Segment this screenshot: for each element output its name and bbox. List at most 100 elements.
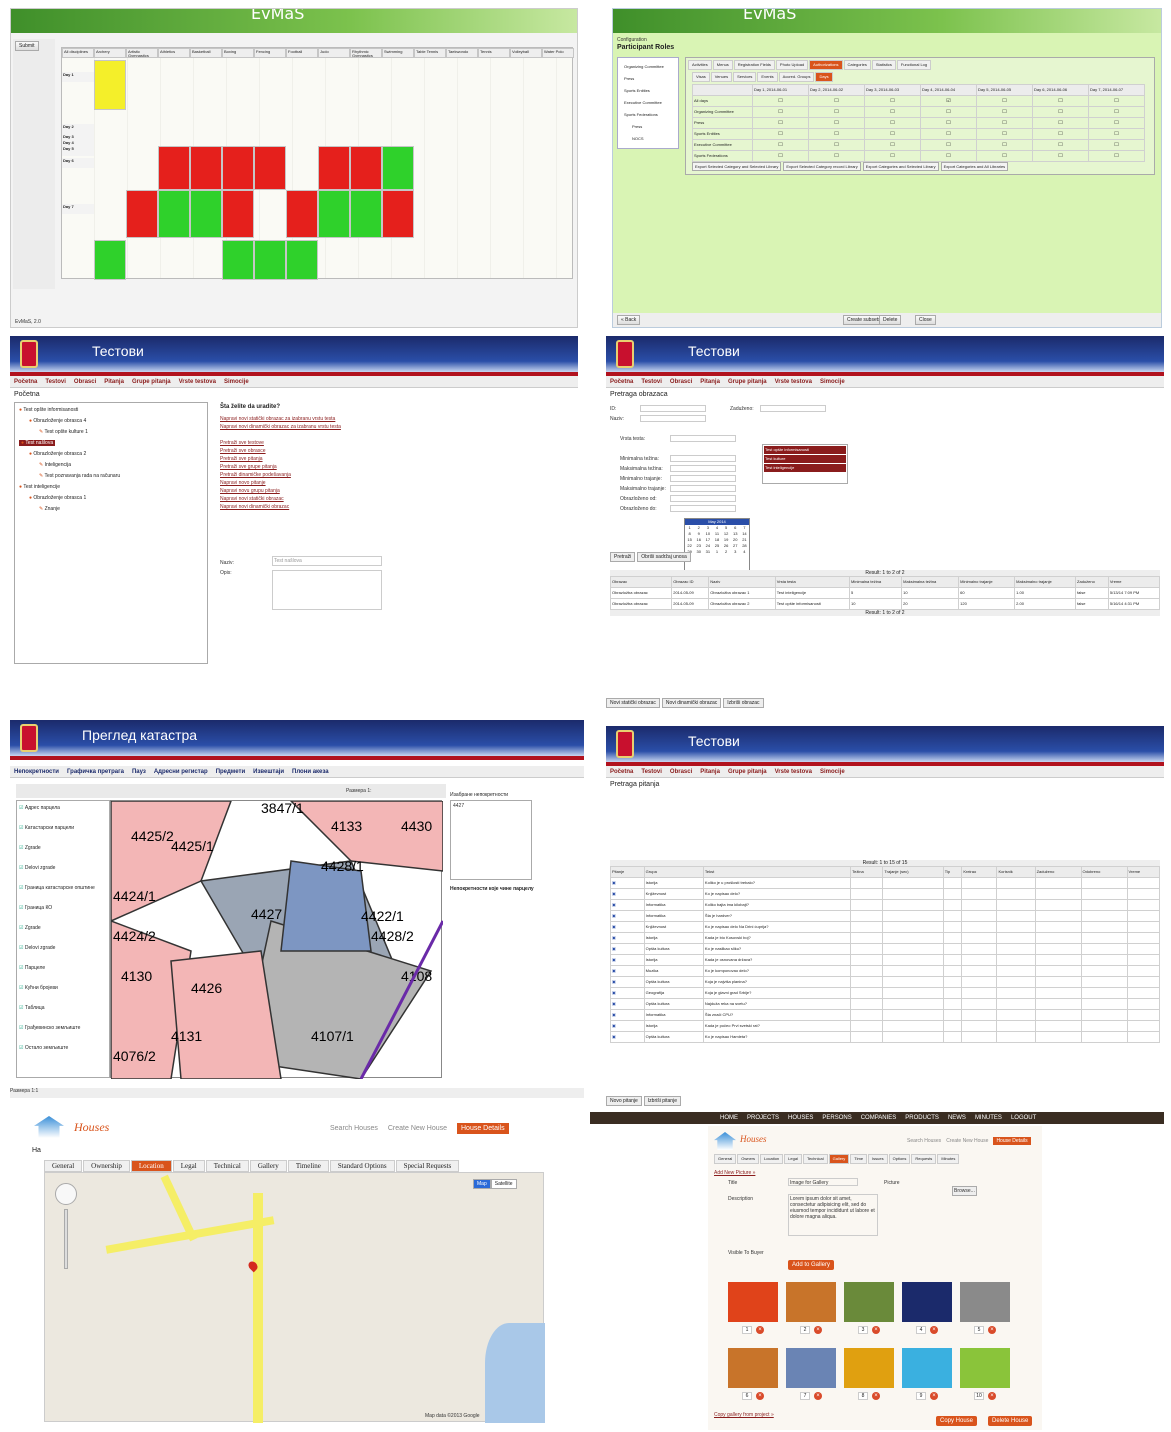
menu-item[interactable]: Obrasci <box>670 379 692 385</box>
tab[interactable]: Legal <box>784 1154 802 1164</box>
menu-item[interactable]: Извештаји <box>253 769 284 775</box>
delete-icon[interactable]: × <box>814 1326 822 1334</box>
event-block[interactable] <box>318 146 350 190</box>
action-link[interactable]: Pretraži sve obrasce <box>220 448 420 454</box>
field-input[interactable] <box>670 465 736 472</box>
bottom-button[interactable]: Izbriši pitanje <box>643 1096 681 1106</box>
event-block[interactable] <box>126 190 158 238</box>
tab[interactable]: General <box>714 1154 737 1164</box>
checkbox[interactable]: ☐ <box>1002 131 1006 137</box>
checkbox[interactable]: ☐ <box>946 120 950 126</box>
test-type-list[interactable]: Test opšte informisanosti Test kulture Tes… <box>762 444 848 484</box>
table-row[interactable]: ▣ Geografija Koja je glavni grad Srbije? <box>610 987 1160 999</box>
calendar-day[interactable]: 31 <box>703 549 712 555</box>
table-row[interactable]: ▣ Istorija Koliko je u prošlosti trebalo? <box>610 877 1160 889</box>
column-header[interactable]: Odobreno <box>1080 866 1128 878</box>
column-header[interactable]: Korisnik <box>996 866 1036 878</box>
layer-item[interactable]: ☑ Адрес парцела <box>19 805 60 811</box>
layer-item[interactable]: ☑ Zgrade <box>19 845 41 851</box>
gallery-thumbnail[interactable] <box>786 1282 836 1322</box>
column-header[interactable]: Obrazac ID <box>671 576 710 588</box>
tree-item[interactable]: ● Obrazloženje obrasca 4 <box>29 418 86 424</box>
tab[interactable]: General <box>44 1160 83 1172</box>
tab[interactable]: Technical <box>205 1160 249 1172</box>
subtab[interactable]: Events <box>757 72 778 82</box>
tab[interactable]: Gallery <box>828 1154 850 1164</box>
tab[interactable]: Functional Log <box>896 60 932 70</box>
pan-control-icon[interactable] <box>55 1183 77 1205</box>
action-link[interactable]: Pretraži dinamičke podešavanja <box>220 472 420 478</box>
checkbox[interactable]: ☐ <box>778 131 782 137</box>
tree-item[interactable]: Executive Committee <box>624 100 662 106</box>
event-block[interactable] <box>190 146 222 190</box>
menu-item[interactable]: Simocije <box>224 379 249 385</box>
layer-item[interactable]: ☑ Кућни бројеви <box>19 985 58 991</box>
action-link[interactable]: Napravi novi dinamički obrazac <box>220 504 420 510</box>
test-type-option[interactable]: Test inteligencije <box>764 464 846 472</box>
tab[interactable]: Categories <box>843 60 871 70</box>
calendar-day[interactable]: 4 <box>740 549 749 555</box>
add-to-gallery-button[interactable]: Add to Gallery <box>788 1260 835 1270</box>
zoom-slider[interactable] <box>64 1209 68 1269</box>
column-header[interactable]: Naziv <box>708 576 776 588</box>
checkbox[interactable]: ☐ <box>890 142 894 148</box>
parcel-shape[interactable] <box>280 860 372 952</box>
map-canvas[interactable]: 4425/2 4425/1 3847/1 4133 4430 4428/1 4427 4424… <box>110 800 445 1080</box>
checkbox[interactable]: ☐ <box>778 98 782 104</box>
test-type-option[interactable]: Test kulture <box>764 455 846 463</box>
nav-item[interactable]: COMPANIES <box>861 1115 897 1121</box>
column-header[interactable]: Kreirao <box>961 866 998 878</box>
gallery-thumbnail[interactable] <box>960 1348 1010 1388</box>
table-row[interactable]: ▣ Informatika Koliko bajta ima kilobajt? <box>610 899 1160 911</box>
selected-item[interactable]: 4427 <box>451 801 531 811</box>
event-block[interactable] <box>286 240 318 280</box>
column-header[interactable]: Maksimalno trajanje <box>1014 576 1077 588</box>
top-link[interactable]: Search Houses <box>907 1138 941 1144</box>
column-header[interactable]: Zaduženo <box>1034 866 1082 878</box>
top-link[interactable]: House Details <box>457 1123 509 1134</box>
event-block[interactable] <box>254 240 286 280</box>
tab[interactable]: Ownership <box>83 1160 130 1172</box>
gallery-thumbnail[interactable] <box>960 1282 1010 1322</box>
table-row[interactable]: ▣ Književnost Ko je napisao delo? <box>610 888 1160 900</box>
menu-item[interactable]: Vrste testova <box>179 379 216 385</box>
tree-item[interactable]: ● Test inteligencije <box>19 484 60 490</box>
event-block[interactable] <box>190 190 222 238</box>
event-block[interactable] <box>286 190 318 238</box>
nav-item[interactable]: PERSONS <box>822 1115 851 1121</box>
menu-item[interactable]: Obrasci <box>74 379 96 385</box>
tab[interactable]: Authorizations <box>809 60 843 70</box>
field-input[interactable] <box>640 405 706 412</box>
back-button[interactable]: « Back <box>617 315 641 325</box>
map-view[interactable]: Map Satellite Map data ©2013 Google <box>44 1172 545 1423</box>
subtab[interactable]: Services <box>733 72 757 82</box>
gallery-thumbnail[interactable] <box>786 1348 836 1388</box>
checkbox[interactable]: ☐ <box>834 109 838 115</box>
checkbox[interactable]: ☐ <box>778 142 782 148</box>
tree-item[interactable]: ✎ Inteligencija <box>39 462 71 468</box>
table-row[interactable]: ▣ Opšta kultura Najduža reka na svetu? <box>610 998 1160 1010</box>
search-button[interactable]: Pretraži <box>610 552 636 562</box>
table-row[interactable]: ▣ Istorija Kada je osnovana država? <box>610 954 1160 966</box>
gallery-thumbnail[interactable] <box>844 1282 894 1322</box>
field-input[interactable] <box>670 485 736 492</box>
parcel-shape[interactable] <box>170 950 282 1080</box>
tree-item[interactable]: ● Test našlova <box>19 440 56 446</box>
tree-item[interactable]: ● Obrazloženje obrasca 2 <box>29 451 86 457</box>
event-block[interactable] <box>94 60 126 110</box>
checkbox[interactable]: ☐ <box>1114 120 1118 126</box>
checkbox[interactable]: ☐ <box>890 109 894 115</box>
event-block[interactable] <box>222 240 254 280</box>
checkbox[interactable]: ☐ <box>890 153 894 159</box>
gallery-thumbnail[interactable] <box>728 1348 778 1388</box>
event-block[interactable] <box>94 240 126 280</box>
browse-button[interactable]: Browse... <box>952 1186 977 1196</box>
calendar-day[interactable]: 3 <box>731 549 740 555</box>
field-input[interactable] <box>670 435 736 442</box>
checkbox[interactable]: ☐ <box>1114 131 1118 137</box>
menu-item[interactable]: Плони акеза <box>292 769 329 775</box>
menu-item[interactable]: Grupe pitanja <box>728 769 767 775</box>
checkbox[interactable]: ☐ <box>1114 98 1118 104</box>
checkbox[interactable]: ☐ <box>1114 153 1118 159</box>
menu-item[interactable]: Grupe pitanja <box>728 379 767 385</box>
